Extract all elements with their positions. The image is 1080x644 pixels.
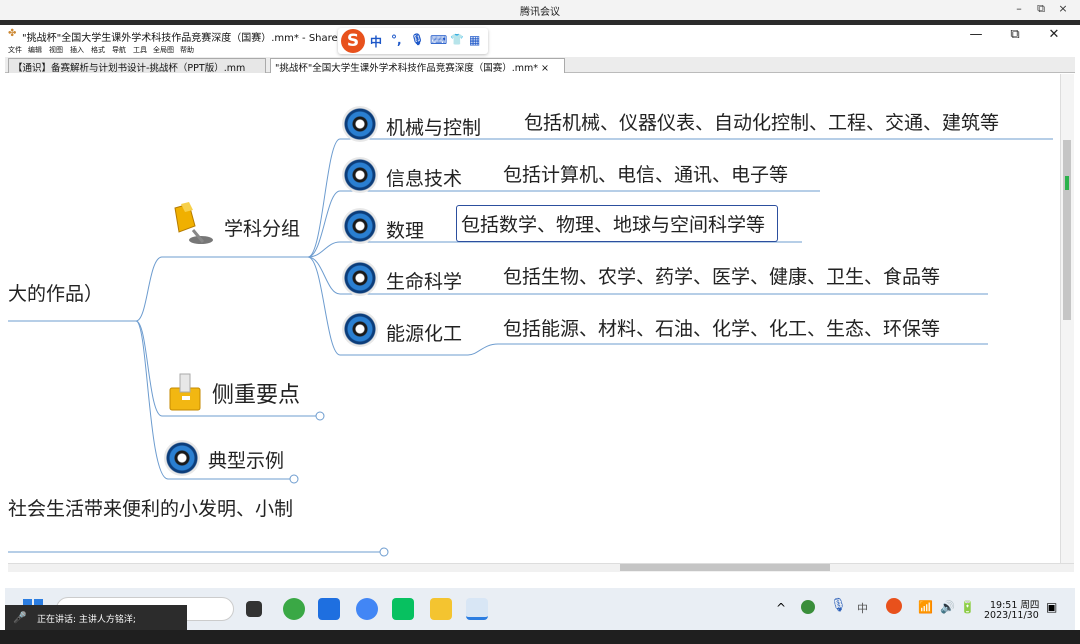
toolbox-icon[interactable]: ▦ xyxy=(469,33,480,47)
file-explorer-icon[interactable] xyxy=(430,598,452,620)
speaking-indicator: 正在讲话: 主讲人方铭洋; xyxy=(5,605,187,631)
folder-lock-icon xyxy=(168,372,204,412)
tray-microphone-icon[interactable]: 🎙 xyxy=(830,598,847,613)
battery-icon[interactable]: 🔋 xyxy=(960,600,975,614)
horizontal-scrollbar[interactable] xyxy=(8,563,1074,572)
subject-it-desc[interactable]: 包括计算机、电信、通讯、电子等 xyxy=(503,160,788,187)
subject-energy-chem-desc[interactable]: 包括能源、材料、石油、化学、化工、生态、环保等 xyxy=(503,314,940,341)
sharemind-icon[interactable] xyxy=(466,598,488,620)
tray-ime-icon[interactable]: 中 xyxy=(857,600,868,616)
subject-it[interactable]: 信息技术 xyxy=(386,164,462,191)
app-logo-icon: ✤ xyxy=(8,28,17,39)
wechat-icon[interactable] xyxy=(392,598,414,620)
menu-navigate[interactable]: 导航 xyxy=(112,45,126,55)
subject-math-physics[interactable]: 数理 xyxy=(386,216,424,243)
notification-icon[interactable]: ▣ xyxy=(1046,600,1057,614)
app-restore-button[interactable]: ⧉ xyxy=(1005,27,1025,42)
tray-overflow-icon[interactable]: ^ xyxy=(776,601,786,615)
meeting-restore-button[interactable]: ⧉ xyxy=(1033,2,1049,16)
subject-math-physics-desc[interactable]: 包括数学、物理、地球与空间科学等 xyxy=(456,205,779,242)
screen-bottom-border xyxy=(0,630,1080,644)
ime-mode-toggle[interactable]: 中 xyxy=(370,33,382,50)
branch-focus[interactable]: 侧重要点 xyxy=(212,377,300,409)
tab-document-2[interactable]: "挑战杯"全国大学生课外学术科技作品竞赛深度（国赛）.mm* × xyxy=(270,58,565,73)
chrome-icon[interactable] xyxy=(356,598,378,620)
gear-icon xyxy=(342,106,378,142)
speaker-mic-icon: 🎤 xyxy=(13,611,27,624)
app-close-button[interactable]: ✕ xyxy=(1044,27,1064,42)
ime-punctuation-toggle[interactable]: °, xyxy=(391,33,402,47)
skin-icon[interactable]: 👕 xyxy=(450,33,464,46)
horizontal-scroll-thumb[interactable] xyxy=(620,564,830,571)
tencent-meeting-icon[interactable] xyxy=(318,598,340,620)
pushpin-icon xyxy=(165,200,215,250)
subject-life-science[interactable]: 生命科学 xyxy=(386,267,462,294)
menu-view[interactable]: 视图 xyxy=(49,45,63,55)
subject-life-science-desc[interactable]: 包括生物、农学、药学、医学、健康、卫生、食品等 xyxy=(503,262,940,289)
tray-app-icon[interactable] xyxy=(801,600,815,614)
microphone-icon[interactable]: 🎙 xyxy=(410,33,424,46)
menu-global-map[interactable]: 全局图 xyxy=(153,45,174,55)
gear-icon xyxy=(342,260,378,296)
meeting-close-button[interactable]: × xyxy=(1055,2,1071,15)
gear-icon xyxy=(342,157,378,193)
gear-icon xyxy=(164,440,200,476)
app-title: "挑战杯"全国大学生课外学术科技作品竞赛深度（国赛）.mm* - Sharem xyxy=(22,33,348,44)
branch-examples[interactable]: 典型示例 xyxy=(208,446,284,473)
vertical-scroll-thumb[interactable] xyxy=(1063,140,1071,320)
gear-icon xyxy=(342,311,378,347)
meeting-minimize-button[interactable]: – xyxy=(1011,2,1027,15)
clock-time[interactable]: 19:51 周四 xyxy=(990,597,1039,611)
clock-date[interactable]: 2023/11/30 xyxy=(984,610,1039,621)
sogou-logo-icon[interactable]: S xyxy=(341,29,365,53)
browser-icon[interactable] xyxy=(283,598,305,620)
subject-energy-chem[interactable]: 能源化工 xyxy=(386,319,462,346)
example-text-partial[interactable]: 社会生活带来便利的小发明、小制 xyxy=(8,494,293,521)
subject-mechanical[interactable]: 机械与控制 xyxy=(386,113,481,140)
volume-icon[interactable]: 🔊 xyxy=(940,600,955,614)
scroll-marker xyxy=(1065,176,1069,190)
keyboard-icon[interactable]: ⌨ xyxy=(430,33,447,47)
app-minimize-button[interactable]: — xyxy=(966,27,986,42)
root-node-partial[interactable]: 大的作品） xyxy=(8,279,103,306)
menu-help[interactable]: 帮助 xyxy=(180,45,194,55)
tray-sogou-icon[interactable] xyxy=(886,598,902,614)
menu-edit[interactable]: 编辑 xyxy=(28,45,42,55)
mindmap-canvas[interactable]: 大的作品） 社会生活带来便利的小发明、小制 学科分组 侧重要点 典型示例 机械与… xyxy=(8,74,1060,563)
meeting-title: 腾讯会议 xyxy=(520,7,560,18)
subject-mechanical-desc[interactable]: 包括机械、仪器仪表、自动化控制、工程、交通、建筑等 xyxy=(524,108,999,135)
menu-file[interactable]: 文件 xyxy=(8,45,22,55)
menu-format[interactable]: 格式 xyxy=(91,45,105,55)
task-view-icon[interactable] xyxy=(246,601,262,617)
wifi-icon[interactable]: 📶 xyxy=(918,600,933,614)
branch-subjects[interactable]: 学科分组 xyxy=(224,214,300,241)
menu-insert[interactable]: 插入 xyxy=(70,45,84,55)
gear-icon xyxy=(342,208,378,244)
tab-document-1[interactable]: 【通识】备赛解析与计划书设计-挑战杯（PPT版）.mm xyxy=(8,58,266,73)
menu-tools[interactable]: 工具 xyxy=(133,45,147,55)
